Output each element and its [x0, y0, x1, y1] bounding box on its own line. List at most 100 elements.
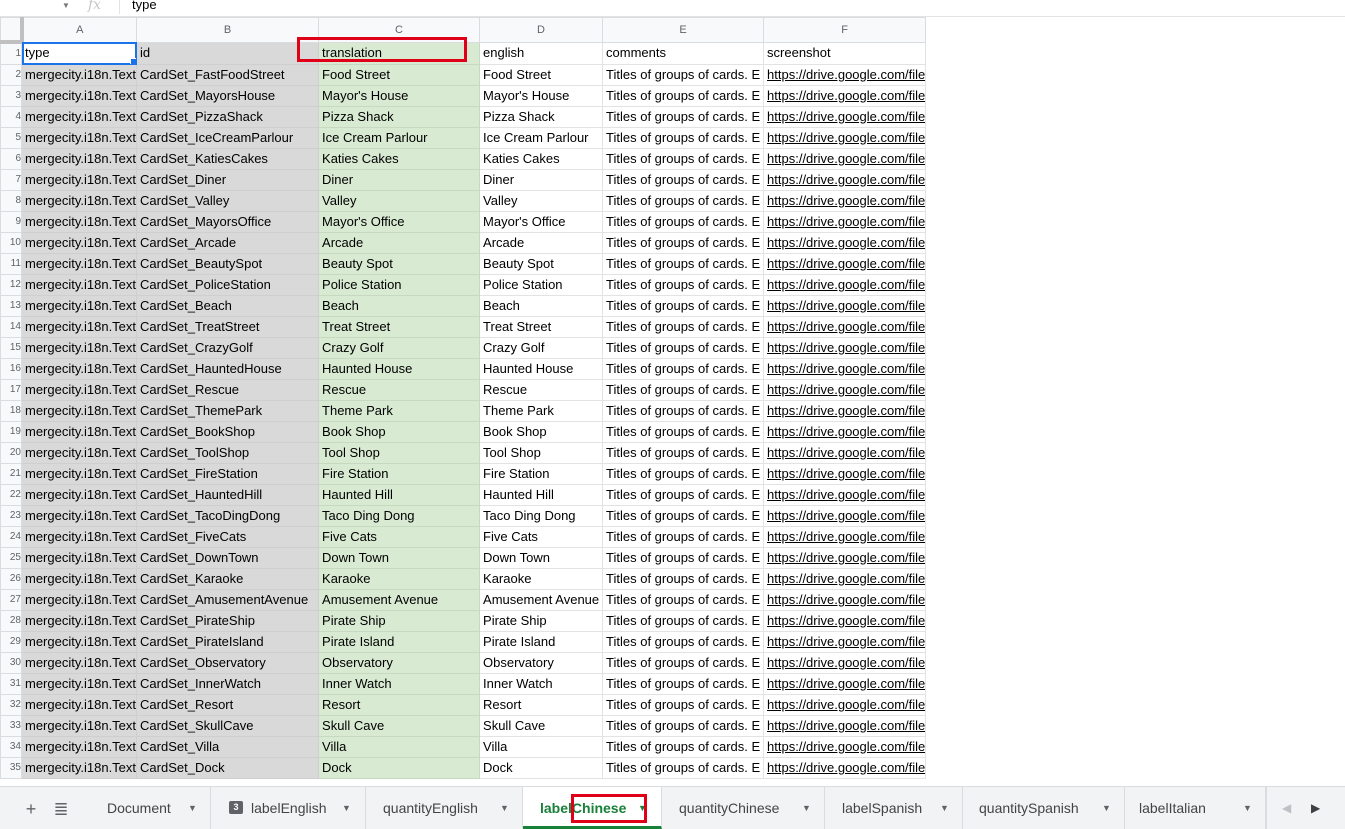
cell-comments[interactable]: Titles of groups of cards. E	[602, 631, 765, 653]
cell-comments[interactable]: Titles of groups of cards. E	[602, 316, 765, 338]
cell-id[interactable]: CardSet_Villa	[136, 736, 320, 758]
scroll-left-icon[interactable]: ◀	[1282, 787, 1291, 829]
row-number[interactable]: 14	[0, 316, 22, 338]
cell-english[interactable]: Rescue	[479, 379, 604, 401]
cell-translation[interactable]: Diner	[318, 169, 481, 191]
cell-translation[interactable]: Crazy Golf	[318, 337, 481, 359]
row-number[interactable]: 10	[0, 232, 22, 254]
cell-english[interactable]: Dock	[479, 757, 604, 779]
row-number[interactable]: 30	[0, 652, 22, 674]
cell-comments[interactable]: Titles of groups of cards. E	[602, 400, 765, 422]
cell-id[interactable]: CardSet_InnerWatch	[136, 673, 320, 695]
cell-translation[interactable]: Rescue	[318, 379, 481, 401]
cell-screenshot[interactable]: https://drive.google.com/file	[763, 379, 927, 401]
row-number[interactable]: 4	[0, 106, 22, 128]
row-number[interactable]: 35	[0, 757, 22, 779]
cell-id[interactable]: CardSet_FireStation	[136, 463, 320, 485]
cell-translation[interactable]: Pirate Ship	[318, 610, 481, 632]
row-number[interactable]: 1	[0, 41, 22, 65]
cell-type[interactable]: mergecity.i18n.Text	[20, 715, 138, 737]
cell-screenshot[interactable]: https://drive.google.com/file	[763, 505, 927, 527]
cell-screenshot[interactable]: https://drive.google.com/file	[763, 64, 927, 86]
cell-id[interactable]: CardSet_Arcade	[136, 232, 320, 254]
cell-translation[interactable]: Inner Watch	[318, 673, 481, 695]
cell-type[interactable]: mergecity.i18n.Text	[20, 400, 138, 422]
cell-type[interactable]: mergecity.i18n.Text	[20, 442, 138, 464]
select-all-corner[interactable]	[0, 17, 24, 44]
cell-english[interactable]: Resort	[479, 694, 604, 716]
cell-screenshot[interactable]: https://drive.google.com/file	[763, 106, 927, 128]
cell-id[interactable]: CardSet_PirateIsland	[136, 631, 320, 653]
cell-type[interactable]: mergecity.i18n.Text	[20, 274, 138, 296]
cell-type[interactable]: mergecity.i18n.Text	[20, 316, 138, 338]
cell-type[interactable]: mergecity.i18n.Text	[20, 757, 138, 779]
cell-id[interactable]: CardSet_HauntedHouse	[136, 358, 320, 380]
cell-comments[interactable]: Titles of groups of cards. E	[602, 127, 765, 149]
cell-translation[interactable]: Karaoke	[318, 568, 481, 590]
cell-screenshot[interactable]: https://drive.google.com/file	[763, 316, 927, 338]
cell-comments[interactable]: Titles of groups of cards. E	[602, 421, 765, 443]
cell-comments[interactable]: Titles of groups of cards. E	[602, 484, 765, 506]
cell-screenshot[interactable]: https://drive.google.com/file	[763, 463, 927, 485]
cell-id[interactable]: CardSet_SkullCave	[136, 715, 320, 737]
cell-english[interactable]: Tool Shop	[479, 442, 604, 464]
cell-comments[interactable]: Titles of groups of cards. E	[602, 505, 765, 527]
chevron-down-icon[interactable]: ▼	[500, 787, 509, 829]
cell-translation[interactable]: Food Street	[318, 64, 481, 86]
row-number[interactable]: 9	[0, 211, 22, 233]
cell-english[interactable]: Treat Street	[479, 316, 604, 338]
cell-translation[interactable]: Mayor's House	[318, 85, 481, 107]
cell-translation[interactable]: Haunted Hill	[318, 484, 481, 506]
cell-translation[interactable]: Fire Station	[318, 463, 481, 485]
cell-comments[interactable]: Titles of groups of cards. E	[602, 652, 765, 674]
cell-type[interactable]: mergecity.i18n.Text	[20, 169, 138, 191]
cell-type[interactable]: mergecity.i18n.Text	[20, 736, 138, 758]
row-number[interactable]: 28	[0, 610, 22, 632]
name-box-dropdown-icon[interactable]: ▼	[62, 0, 70, 12]
cell-translation[interactable]: Dock	[318, 757, 481, 779]
cell-type[interactable]: mergecity.i18n.Text	[20, 484, 138, 506]
cell-translation[interactable]: Theme Park	[318, 400, 481, 422]
cell-id[interactable]: CardSet_Resort	[136, 694, 320, 716]
cell-type[interactable]: mergecity.i18n.Text	[20, 463, 138, 485]
row-number[interactable]: 21	[0, 463, 22, 485]
cell-translation[interactable]: Mayor's Office	[318, 211, 481, 233]
cell-type[interactable]: mergecity.i18n.Text	[20, 526, 138, 548]
cell-english[interactable]: Villa	[479, 736, 604, 758]
sheet-tab-quantityenglish[interactable]: quantityEnglish ▼	[366, 787, 523, 829]
cell-english[interactable]: Police Station	[479, 274, 604, 296]
cell-type[interactable]: mergecity.i18n.Text	[20, 253, 138, 275]
cell-english[interactable]: Ice Cream Parlour	[479, 127, 604, 149]
cell-english[interactable]: Crazy Golf	[479, 337, 604, 359]
cell-screenshot[interactable]: https://drive.google.com/file	[763, 232, 927, 254]
cell-english[interactable]: Pirate Ship	[479, 610, 604, 632]
cell-screenshot[interactable]: https://drive.google.com/file	[763, 295, 927, 317]
cell-comments[interactable]: Titles of groups of cards. E	[602, 190, 765, 212]
cell-screenshot[interactable]: https://drive.google.com/file	[763, 85, 927, 107]
cell-id[interactable]: CardSet_BookShop	[136, 421, 320, 443]
cell-screenshot[interactable]: https://drive.google.com/file	[763, 274, 927, 296]
cell-screenshot[interactable]: https://drive.google.com/file	[763, 757, 927, 779]
cell-english[interactable]: Food Street	[479, 64, 604, 86]
chevron-down-icon[interactable]: ▼	[1102, 787, 1111, 829]
cell-type[interactable]: mergecity.i18n.Text	[20, 568, 138, 590]
cell-translation[interactable]: Valley	[318, 190, 481, 212]
cell-comments[interactable]: Titles of groups of cards. E	[602, 64, 765, 86]
cell-comments[interactable]: Titles of groups of cards. E	[602, 526, 765, 548]
row-number[interactable]: 17	[0, 379, 22, 401]
cell-id[interactable]: CardSet_FastFoodStreet	[136, 64, 320, 86]
cell-comments[interactable]: Titles of groups of cards. E	[602, 148, 765, 170]
cell-translation[interactable]: Observatory	[318, 652, 481, 674]
row-number[interactable]: 8	[0, 190, 22, 212]
cell-comments[interactable]: Titles of groups of cards. E	[602, 337, 765, 359]
cell-comments[interactable]: Titles of groups of cards. E	[602, 547, 765, 569]
cell-id[interactable]: CardSet_Rescue	[136, 379, 320, 401]
cell-english[interactable]: Theme Park	[479, 400, 604, 422]
cell-screenshot[interactable]: https://drive.google.com/file	[763, 652, 927, 674]
cell-id[interactable]: CardSet_IceCreamParlour	[136, 127, 320, 149]
cell-id[interactable]: CardSet_AmusementAvenue	[136, 589, 320, 611]
cell-comments[interactable]: Titles of groups of cards. E	[602, 295, 765, 317]
cell-comments[interactable]: Titles of groups of cards. E	[602, 610, 765, 632]
add-sheet-button[interactable]: +	[20, 798, 42, 820]
cell-screenshot[interactable]: https://drive.google.com/file	[763, 358, 927, 380]
